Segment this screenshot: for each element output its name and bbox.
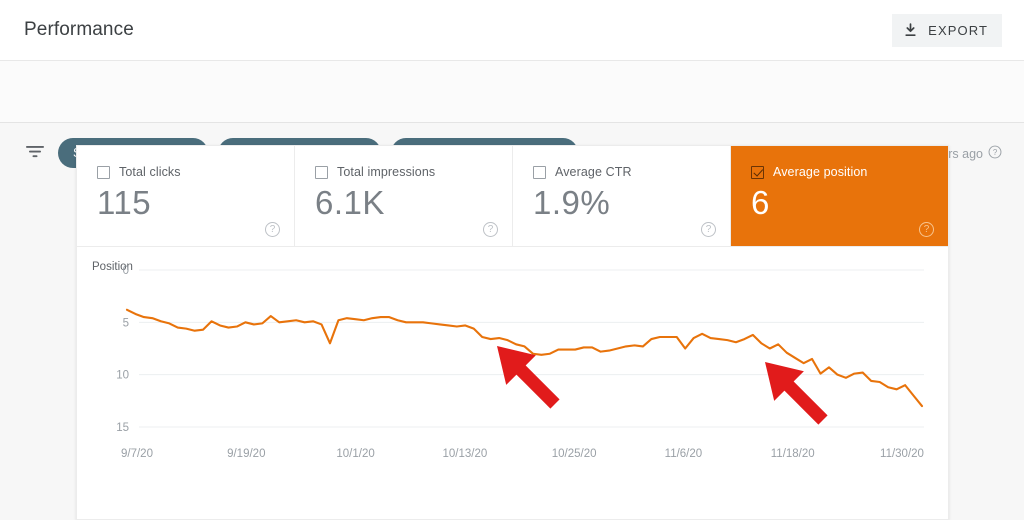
metric-tile-average-ctr[interactable]: Average CTR 1.9% ? — [513, 146, 731, 246]
filter-bar: Search type: Web Date: Last 3 months Que… — [0, 61, 1024, 168]
position-chart: Position 0 5 10 15 9/7/20 9/19/20 10/1/20 10/13… — [77, 247, 948, 520]
metric-tiles: Total clicks 115 ? Total impressions 6.1… — [77, 146, 948, 247]
x-axis-tick-label: 9/19/20 — [227, 448, 265, 460]
metric-label: Average CTR — [555, 165, 632, 179]
svg-text:?: ? — [993, 148, 998, 157]
metric-value: 115 — [97, 184, 152, 221]
filter-icon[interactable] — [25, 143, 45, 161]
x-axis-tick-label: 10/25/20 — [552, 448, 597, 460]
x-axis-tick-label: 9/7/20 — [121, 448, 153, 460]
metric-tile-total-clicks[interactable]: Total clicks 115 ? — [77, 146, 295, 246]
help-icon[interactable]: ? — [265, 222, 280, 237]
y-axis-tick-label: 15 — [116, 422, 129, 434]
help-icon[interactable]: ? — [701, 222, 716, 237]
help-icon[interactable]: ? — [919, 222, 934, 237]
red-arrow-2 — [765, 362, 828, 425]
help-icon[interactable]: ? — [483, 222, 498, 237]
x-axis-tick-label: 10/1/20 — [336, 448, 374, 460]
metric-header: Average position — [751, 165, 948, 179]
page-title: Performance — [24, 19, 134, 40]
performance-card: Total clicks 115 ? Total impressions 6.1… — [76, 145, 949, 520]
export-button[interactable]: EXPORT — [892, 14, 1002, 47]
metric-header: Total impressions — [315, 165, 512, 179]
metric-label: Total impressions — [337, 165, 436, 179]
checkbox-unchecked-icon[interactable] — [97, 165, 110, 179]
app-header: Performance EXPORT — [0, 0, 1024, 61]
metric-tile-average-position[interactable]: Average position 6 ? — [731, 146, 948, 246]
checkbox-unchecked-icon[interactable] — [533, 165, 546, 179]
x-axis-tick-label: 11/6/20 — [665, 448, 703, 460]
metric-header: Average CTR — [533, 165, 730, 179]
metric-value: 6 — [751, 184, 770, 221]
y-axis-tick-label: 0 — [123, 265, 129, 277]
metric-value: 6.1K — [315, 184, 385, 221]
chart-canvas[interactable]: 0 5 10 15 9/7/20 9/19/20 10/1/20 10/13/20 10/25/… — [77, 247, 950, 520]
checkbox-unchecked-icon[interactable] — [315, 165, 328, 179]
x-axis-tick-label: 10/13/20 — [442, 448, 487, 460]
x-axis-tick-label: 11/18/20 — [771, 448, 815, 460]
y-axis-tick-label: 5 — [123, 317, 129, 329]
help-icon[interactable]: ? — [988, 145, 1002, 162]
metric-label: Average position — [773, 165, 868, 179]
checkbox-checked-icon[interactable] — [751, 165, 764, 179]
metric-tile-total-impressions[interactable]: Total impressions 6.1K ? — [295, 146, 513, 246]
metric-label: Total clicks — [119, 165, 181, 179]
metric-header: Total clicks — [97, 165, 294, 179]
metric-value: 1.9% — [533, 184, 611, 221]
y-axis-tick-label: 10 — [116, 370, 129, 382]
export-label: EXPORT — [928, 23, 988, 38]
x-axis-tick-label: 11/30/20 — [880, 448, 924, 460]
download-icon — [902, 22, 919, 39]
